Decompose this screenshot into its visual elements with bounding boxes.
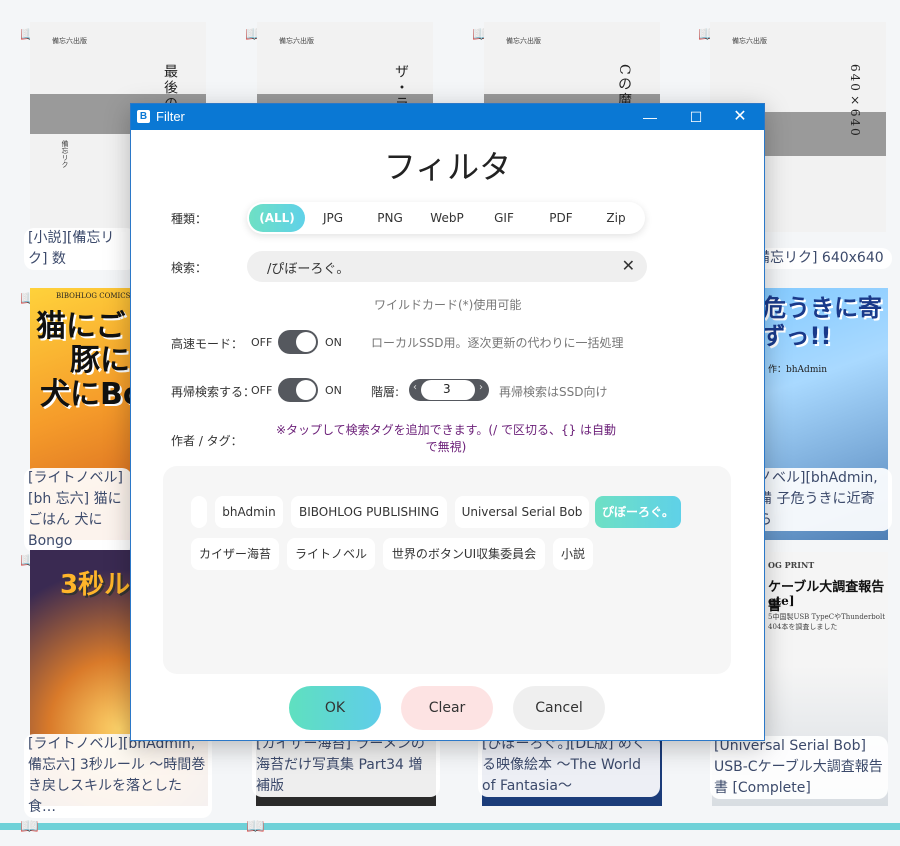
type-option-all[interactable]: (ALL) xyxy=(249,204,305,232)
fast-mode-label: 高速モード： xyxy=(171,337,244,351)
tag-notice: ※タップして検索タグを追加できます。(/ で区切る、{} は自動で無視) xyxy=(275,423,617,454)
depth-value[interactable]: 3 xyxy=(443,382,451,396)
type-label: 種類： xyxy=(171,212,208,226)
tag-chip[interactable]: Universal Serial Bob xyxy=(455,496,589,528)
cover-publisher: 備忘六出版 xyxy=(732,37,767,45)
minimize-button[interactable]: — xyxy=(627,104,673,130)
tag-chip[interactable]: カイザー海苔 xyxy=(191,538,279,570)
tag-label: 作者 / タグ： xyxy=(171,434,243,448)
cover-title-line: 豚に xyxy=(70,343,130,378)
increment-icon[interactable]: › xyxy=(479,382,483,393)
cover-publisher: 備忘六出版 xyxy=(279,37,314,45)
depth-label: 階層: xyxy=(371,385,400,399)
cover-publisher: 備忘六出版 xyxy=(52,37,87,45)
page-title: フィルタ xyxy=(383,148,512,186)
fast-mode-on-label: ON xyxy=(325,336,342,349)
type-option-gif[interactable]: GIF xyxy=(477,204,531,232)
filter-window: B Filter — ☐ ✕ フィルタ 種類： (ALL) JPG PNG We… xyxy=(130,103,765,741)
title-bar[interactable]: B Filter — ☐ ✕ xyxy=(131,104,764,130)
cover-title: 3秒ル xyxy=(60,570,131,600)
clear-button[interactable]: Clear xyxy=(401,686,493,730)
wildcard-hint: ワイルドカード(*)使用可能 xyxy=(374,298,522,312)
tag-chip[interactable]: 小説 xyxy=(553,538,593,570)
book-caption: [ぴぼーろぐ。][DL版] めくる映像絵本 ～The World of Fant… xyxy=(478,734,660,797)
clear-search-icon[interactable]: ✕ xyxy=(622,256,635,275)
book-icon: 📖 xyxy=(20,817,39,835)
cover-title: Cの魔 xyxy=(616,64,632,109)
cover-author: 備忘リク xyxy=(61,140,69,168)
search-field: ✕ xyxy=(247,251,647,282)
type-option-jpg[interactable]: JPG xyxy=(307,204,359,232)
book-caption: ノベル][bhAdmin, 備 子危うきに近寄ら xyxy=(754,468,892,531)
recursive-on-label: ON xyxy=(325,384,342,397)
book-card[interactable]: [カイザー海苔] ラーメンの海苔だけ写真集 Part34 増補版 xyxy=(252,732,440,806)
progress-strip xyxy=(0,823,900,830)
book-card[interactable]: [ぴぼーろぐ。][DL版] めくる映像絵本 ～The World of Fant… xyxy=(478,732,664,806)
tag-chip[interactable]: bhAdmin xyxy=(215,496,283,528)
ok-button[interactable]: OK xyxy=(289,686,381,730)
type-option-pdf[interactable]: PDF xyxy=(533,204,589,232)
cover-title: 640×640 xyxy=(848,64,862,138)
recursive-off-label: OFF xyxy=(251,384,273,397)
recursive-label: 再帰検索する： xyxy=(171,385,256,399)
close-button[interactable]: ✕ xyxy=(717,104,763,130)
cover-label: BIBOHLOG COMICS xyxy=(56,292,131,300)
cover-publisher: 備忘六出版 xyxy=(506,37,541,45)
book-caption: [小説][備忘リク] 数 xyxy=(24,228,136,270)
book-caption: [ライトノベル][bhAdmin, 備忘六] 3秒ルール ～時間巻き戻しスキルを… xyxy=(24,734,212,818)
fast-mode-toggle[interactable] xyxy=(278,330,318,354)
tag-chip[interactable]: ライトノベル xyxy=(287,538,375,570)
recursive-toggle[interactable] xyxy=(278,378,318,402)
tag-chip[interactable]: 世界のボタンUI収集委員会 xyxy=(383,538,545,570)
type-selector: (ALL) JPG PNG WebP GIF PDF Zip xyxy=(247,202,645,234)
book-icon: 📖 xyxy=(246,817,265,835)
depth-hint: 再帰検索はSSD向け xyxy=(499,385,608,399)
depth-stepper[interactable]: ‹ 3 › xyxy=(409,379,489,401)
book-caption: [Universal Serial Bob] USB-Cケーブル大調査報告書 [… xyxy=(710,736,888,799)
type-option-webp[interactable]: WebP xyxy=(419,204,475,232)
cancel-button[interactable]: Cancel xyxy=(513,686,605,730)
tag-chip-selected[interactable]: ぴぼーろぐ。 xyxy=(595,496,681,528)
type-option-zip[interactable]: Zip xyxy=(589,204,643,232)
cover-title-line: 犬にBo xyxy=(40,377,144,412)
cover-subtitle: ete] xyxy=(768,594,795,608)
book-caption: [カイザー海苔] ラーメンの海苔だけ写真集 Part34 増補版 xyxy=(252,734,440,797)
tag-chip[interactable]: BIBOHLOG PUBLISHING xyxy=(291,496,447,528)
search-input[interactable] xyxy=(265,257,609,277)
search-label: 検索： xyxy=(171,261,208,275)
window-title: Filter xyxy=(156,109,185,124)
book-caption: [ライトノベル][bh 忘六] 猫にごはん 犬にBongo xyxy=(24,468,132,552)
cover-title-line: 猫にご xyxy=(36,309,126,344)
next-row: 📖 📖 xyxy=(0,818,900,846)
tag-panel: bhAdmin BIBOHLOG PUBLISHING Universal Se… xyxy=(163,466,731,674)
tag-chip[interactable] xyxy=(191,496,207,528)
book-caption: 備忘リク] 640x640 xyxy=(752,248,892,269)
cover-label: OG PRINT xyxy=(768,560,815,570)
decrement-icon[interactable]: ‹ xyxy=(413,382,417,393)
cover-desc: 404本を調査しました xyxy=(768,623,838,631)
cover-desc: 5中国製USB TypeCやThunderbolt xyxy=(768,613,886,621)
maximize-button[interactable]: ☐ xyxy=(673,104,719,130)
app-icon: B xyxy=(137,110,150,123)
fast-mode-off-label: OFF xyxy=(251,336,273,349)
type-option-png[interactable]: PNG xyxy=(363,204,417,232)
fast-mode-hint: ローカルSSD用。逐次更新の代わりに一括処理 xyxy=(371,336,624,350)
cover-author: 作：bhAdmin xyxy=(768,365,828,375)
